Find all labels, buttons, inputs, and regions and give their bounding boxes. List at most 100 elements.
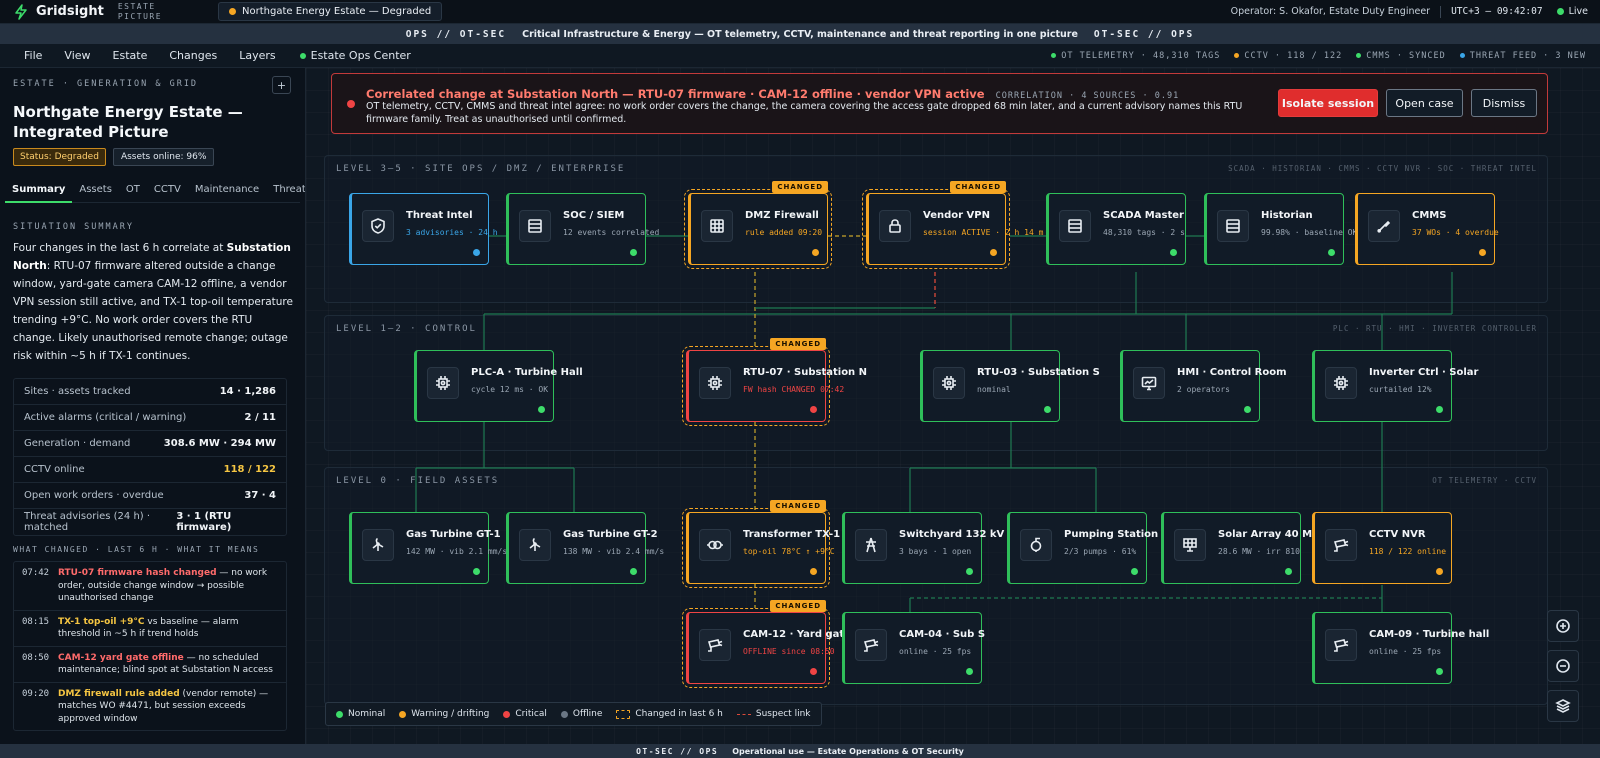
solar-icon [1174,529,1206,561]
status-cmms[interactable]: CMMS · SYNCED [1356,51,1446,61]
menu-bar: File View Estate Changes Layers Estate O… [0,44,1600,68]
stat-row: Sites · assets tracked 14 · 1,286 [14,379,286,405]
camera-icon [1325,529,1357,561]
node-solar-array[interactable]: Solar Array 40 MW 28.6 MW · irr 810 [1161,512,1323,584]
changed-badge: CHANGED [770,338,826,350]
status-dot [810,568,817,575]
changes-list: 07:42 RTU-07 firmware hash changed — no w… [13,561,287,731]
node-inverter-ctrl[interactable]: Inverter Ctrl · Solar curtailed 12% [1312,350,1478,422]
menu-changes[interactable]: Changes [169,49,217,62]
feed-status: OT TELEMETRY · 48,310 TAGS CCTV · 118 / … [1051,51,1586,61]
status-dot [1131,568,1138,575]
turbine-icon [519,529,551,561]
status-cctv[interactable]: CCTV · 118 / 122 [1234,51,1342,61]
tab-assets[interactable]: Assets [72,176,119,202]
changed-badge: CHANGED [770,600,826,612]
change-item[interactable]: 08:50 CAM-12 yard gate offline — no sched… [14,647,286,683]
tab-ot[interactable]: OT [119,176,147,202]
node-cam-09[interactable]: CAM-09 · Turbine hall online · 25 fps [1312,612,1489,684]
change-item[interactable]: 09:20 DMZ firewall rule added (vendor rem… [14,683,286,731]
status-dot [810,668,817,675]
live-indicator[interactable]: Live [1556,6,1588,17]
changed-badge: CHANGED [770,500,826,512]
add-button[interactable]: + [272,76,291,94]
zoom-in-button[interactable] [1547,610,1579,642]
menu-view[interactable]: View [64,49,90,62]
status-dot [1436,668,1443,675]
menu-estate[interactable]: Estate [113,49,148,62]
node-gas-turbine-gt1[interactable]: Gas Turbine GT-1 142 MW · vib 2.1 mm/s [349,512,507,584]
legend-warning: Warning / drifting [399,709,489,719]
change-item[interactable]: 08:15 TX-1 top-oil +9°C vs baseline — ala… [14,611,286,647]
node-cam-04[interactable]: CAM-04 · Sub S online · 25 fps [842,612,985,684]
layers-icon [1555,699,1571,713]
pump-icon [1020,529,1052,561]
situation-heading: SITUATION SUMMARY [13,222,134,232]
monitor-icon [1133,367,1165,399]
classification-right: OT-SEC // OPS [1093,28,1195,40]
tab-summary[interactable]: Summary [5,176,73,203]
node-vendor-vpn[interactable]: CHANGED Vendor VPN session ACTIVE · 2 h … [862,181,1043,269]
status-dot [1436,406,1443,413]
status-dot [812,249,819,256]
status-dot [473,249,480,256]
node-threat-intel[interactable]: Threat Intel 3 advisories · 24 h [349,193,498,265]
zoom-out-icon [1556,659,1570,673]
change-item[interactable]: 07:42 RTU-07 firmware hash changed — no w… [14,562,286,611]
bolt-icon [15,3,27,20]
firewall-icon [701,210,733,242]
layers-button[interactable] [1547,690,1579,722]
operator-label: Operator: S. Okafor, Estate Duty Enginee… [1230,6,1431,17]
shield-icon [362,210,394,242]
app-logo[interactable]: Gridsight [14,3,104,20]
zoom-out-button[interactable] [1547,650,1579,682]
chip-icon [1325,367,1357,399]
node-switchyard[interactable]: Switchyard 132 kV 3 bays · 1 open [842,512,1004,584]
node-dmz-firewall[interactable]: CHANGED DMZ Firewall rule added 09:20 [684,181,832,269]
server-icon [519,210,551,242]
changes-heading: WHAT CHANGED · LAST 6 H · WHAT IT MEANS [13,545,260,554]
node-historian[interactable]: Historian 99.98% · baseline OK [1204,193,1357,265]
stats-table: Sites · assets tracked 14 · 1,286 Active … [13,378,287,536]
sidebar: ESTATE · GENERATION & GRID + Northgate E… [0,68,306,744]
server-icon [1059,210,1091,242]
app-subtitle: ESTATE PICTURE [117,1,163,21]
status-dot [630,249,637,256]
chip-icon [933,367,965,399]
status-ot-telemetry[interactable]: OT TELEMETRY · 48,310 TAGS [1051,51,1220,61]
status-dot [538,406,545,413]
sidebar-eyebrow: ESTATE · GENERATION & GRID [13,79,199,89]
status-dot [966,668,973,675]
status-threat-feed[interactable]: THREAT FEED · 3 NEW [1459,51,1586,61]
tab-threats[interactable]: Threats [266,176,305,202]
status-dot [810,406,817,413]
pylon-icon [855,529,887,561]
node-scada-master[interactable]: SCADA Master 48,310 tags · 2 s [1046,193,1186,265]
tab-maintenance[interactable]: Maintenance [188,176,266,202]
node-hmi[interactable]: HMI · Control Room 2 operators [1120,350,1286,422]
status-dot [630,568,637,575]
estate-tab[interactable]: Northgate Energy Estate — Degraded [218,2,443,21]
camera-icon [1325,629,1357,661]
node-cmms[interactable]: CMMS 37 WOs · 4 overdue [1355,193,1499,265]
node-plc-a[interactable]: PLC-A · Turbine Hall cycle 12 ms · OK [414,350,583,422]
ops-center-link[interactable]: Estate Ops Center [299,49,411,62]
node-gas-turbine-gt2[interactable]: Gas Turbine GT-2 138 MW · vib 2.4 mm/s [506,512,664,584]
node-cctv-nvr[interactable]: CCTV NVR 118 / 122 online [1312,512,1452,584]
menu-layers[interactable]: Layers [239,49,275,62]
status-dot [1328,249,1335,256]
node-rtu-03[interactable]: RTU-03 · Substation S nominal [920,350,1100,422]
node-rtu-07[interactable]: CHANGED RTU-07 · Substation N FW hash CH… [682,338,867,426]
status-dot [1170,249,1177,256]
transformer-icon [699,529,731,561]
legend-changed: Changed in last 6 h [616,709,723,719]
node-soc-siem[interactable]: SOC / SIEM 12 events correlated [506,193,659,265]
situation-summary: Four changes in the last 6 h correlate a… [13,242,293,362]
footer-cls: OT-SEC // OPS [636,746,719,756]
tab-cctv[interactable]: CCTV [147,176,188,202]
node-pumping-station[interactable]: Pumping Station 2/3 pumps · 61% [1007,512,1158,584]
menu-file[interactable]: File [24,49,42,62]
node-cam-12[interactable]: CHANGED CAM-12 · Yard gate OFFLINE since… [682,600,851,688]
live-dot [1556,8,1564,15]
node-transformer-tx1[interactable]: CHANGED Transformer TX-1 top-oil 78°C ↑ … [682,500,840,588]
